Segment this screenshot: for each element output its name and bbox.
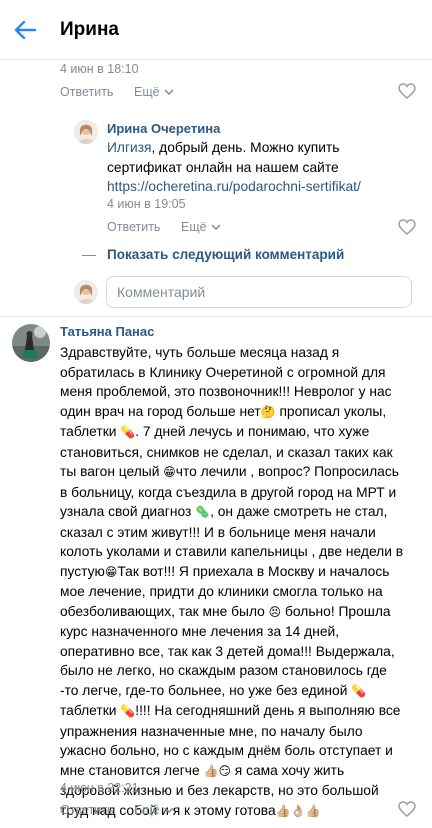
ok-hand-emoji: 👌🏼: [290, 803, 306, 818]
comment-line-part: Так вот!!! Я приехала в Москву и началос…: [117, 563, 390, 579]
comment-line: таблетки 💊!!!! На сегодняшний день я вып…: [60, 701, 422, 722]
comment-line: обратилась в Клинику Очеретиной с огромн…: [60, 364, 386, 380]
comment-line: ты вагон целый 😁что лечили , вопрос? Поп…: [60, 462, 422, 483]
comment-line-part: -то легче, где-то больнее, но уже без ед…: [60, 682, 352, 698]
comment-line-part: . 7 дней лечусь и понимаю, что хуже: [135, 424, 370, 439]
comment-field[interactable]: [106, 276, 412, 308]
comment-input[interactable]: [117, 284, 411, 300]
reply-more-button[interactable]: Ещё: [181, 220, 221, 234]
comment-line-part: !!!! На сегодняшний день я выполняю все: [135, 703, 401, 718]
back-button[interactable]: [12, 17, 38, 43]
comment-author[interactable]: Татьяна Панас: [60, 324, 154, 339]
my-avatar: [74, 280, 98, 304]
comment-line: упражнения назначенные мне, по началу бы…: [60, 723, 363, 739]
back-arrow-icon: [14, 20, 36, 39]
grin-emoji: 😁: [104, 564, 118, 579]
comment-reply-button[interactable]: Ответить: [60, 803, 113, 817]
reply-author[interactable]: Ирина Очеретина: [107, 121, 220, 136]
persevere-emoji: 😣: [268, 604, 282, 619]
comment-line-part: , он даже смотреть не стал,: [210, 504, 388, 519]
more-label: Ещё: [134, 803, 160, 817]
comment-line: таблетки 💊. 7 дней лечусь и понимаю, что…: [60, 422, 422, 443]
comment-line: в больницу, когда съездила в другой горо…: [60, 484, 397, 500]
comment-line: оперативно все, так как 3 детей дома!!! …: [60, 643, 395, 659]
chevron-down-icon: [164, 89, 174, 95]
comment-timestamp: 4 июн в 18:10: [60, 62, 139, 76]
heart-icon[interactable]: [398, 219, 416, 235]
author-avatar[interactable]: [12, 324, 50, 362]
comment-line: пустую😁Так вот!!! Я приехала в Москву и …: [60, 562, 422, 583]
avatar-image: [74, 280, 98, 304]
heart-icon[interactable]: [398, 83, 416, 99]
microbe-emoji: 🦠: [195, 505, 211, 519]
comment-timestamp: 4 июн в 22:21: [60, 781, 139, 795]
comment-line-part: прописал уколы,: [275, 403, 387, 419]
app-header: Ирина: [0, 0, 432, 60]
more-label: Ещё: [134, 85, 160, 99]
comment-line-part: таблетки: [60, 703, 121, 718]
chevron-down-icon: [211, 224, 221, 230]
comment-line-part: обезболивающих, так мне было: [60, 603, 269, 619]
thumbs-up-emoji: 👍🏼: [305, 803, 321, 818]
comment-line: сказал с этим живут!!! И в больнице меня…: [60, 524, 376, 540]
comment-line-part: один врач на город больше нет: [60, 403, 261, 419]
grin-emoji: 😁: [163, 465, 176, 479]
comment-line-part: что лечили , вопрос? Попросилась: [175, 464, 399, 479]
more-button[interactable]: Ещё: [134, 85, 174, 99]
avatar-image: [12, 324, 50, 362]
wink-emoji: 😏: [218, 763, 231, 778]
more-label: Ещё: [181, 220, 207, 234]
pill-emoji: 💊: [351, 683, 367, 698]
thinking-emoji: 🤔: [260, 404, 276, 419]
comment-line-part: узнала свой диагноз: [60, 504, 196, 519]
comment-line: мое лечение, придти до клиники смогла то…: [60, 584, 383, 599]
comment-line: Здравствуйте, чуть больше месяца назад я: [60, 345, 340, 360]
chevron-down-icon: [164, 807, 174, 813]
divider: [0, 316, 432, 317]
comment-line: -то легче, где-то больнее, но уже без ед…: [60, 681, 422, 702]
comment-line-part: я сама хочу жить: [230, 762, 345, 778]
reply-timestamp: 4 июн в 19:05: [107, 197, 186, 211]
comment-line: курс назначенного мне лечения за 14 дней…: [60, 624, 340, 639]
thumbs-up-emoji: 👍🏼: [203, 763, 219, 778]
comment-line-part: таблетки: [60, 424, 117, 439]
certificate-link[interactable]: https://ocheretina.ru/podarochni-sertifi…: [107, 179, 361, 194]
comment-line: становиться, снимков не сделал, и сказал…: [60, 444, 393, 460]
reply-text: Илгизя, добрый день. Можно купить сертиф…: [107, 138, 407, 197]
pill-emoji: 💊: [120, 704, 136, 718]
comment-line: меня проблемой, это позвоночник!!! Невро…: [60, 384, 392, 399]
comment-line-part: ты вагон целый: [60, 464, 164, 479]
comment-line: ужасно больно, но с каждым днём боль отс…: [60, 743, 393, 758]
comment-line: мне становится легче 👍🏼😏 я сама хочу жит…: [60, 761, 422, 782]
comment-more-button[interactable]: Ещё: [134, 803, 174, 817]
reply-button[interactable]: Ответить: [60, 85, 113, 99]
comment-line: узнала свой диагноз 🦠, он даже смотреть …: [60, 502, 422, 523]
comment-text: Здравствуйте, чуть больше месяца назад я…: [60, 343, 422, 821]
heart-icon[interactable]: [398, 801, 416, 817]
avatar[interactable]: [74, 120, 98, 144]
show-next-comment-link[interactable]: Показать следующий комментарий: [107, 247, 344, 262]
comment-line: труд над собой и я к этому готова👍🏼👌🏼👍🏼: [60, 801, 422, 822]
avatar-image: [74, 120, 98, 144]
comment-line: обезболивающих, так мне было 😣 больно! П…: [60, 602, 422, 623]
comment-line-part: больно! Прошла: [281, 603, 391, 619]
pill-emoji: 💊: [120, 425, 136, 439]
comment-line-part: пустую: [60, 563, 105, 579]
comment-line-part: мне становится легче: [60, 762, 204, 778]
page-title: Ирина: [60, 18, 119, 40]
comment-line: было не легко, но скаждым разом становил…: [60, 663, 387, 678]
comment-line: один врач на город больше нет🤔 прописал …: [60, 402, 422, 423]
thumbs-up-emoji: 👍🏼: [275, 803, 291, 818]
addressee-link[interactable]: Илгизя: [107, 140, 152, 155]
thread-dash: [82, 255, 96, 256]
reply-reply-button[interactable]: Ответить: [107, 220, 160, 234]
comment-line: колоть уколами и ставили капельницы , дв…: [60, 544, 404, 559]
